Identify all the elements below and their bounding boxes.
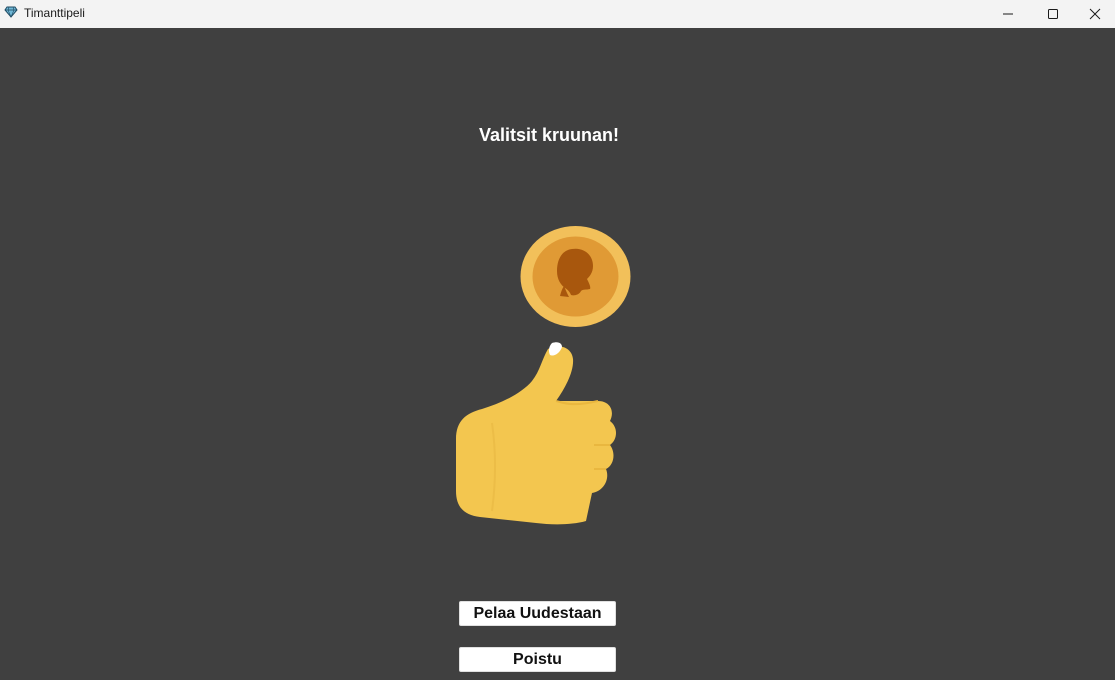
title-bar[interactable]: Timanttipeli <box>0 0 1115 28</box>
diamond-icon <box>4 6 18 18</box>
close-icon <box>1089 8 1101 20</box>
window-title: Timanttipeli <box>24 6 85 20</box>
minimize-icon <box>1003 13 1013 15</box>
play-again-button[interactable]: Pelaa Uudestaan <box>459 601 616 626</box>
minimize-button[interactable] <box>985 0 1031 28</box>
game-area: Valitsit kruunan! Pelaa Uudestaan Poistu <box>0 28 1115 680</box>
thumbs-up-icon <box>456 342 616 525</box>
maximize-icon <box>1048 9 1058 19</box>
quit-button[interactable]: Poistu <box>459 647 616 672</box>
app-window: Timanttipeli Valitsit kruunan! Pelaa Uud… <box>0 0 1115 680</box>
result-heading: Valitsit kruunan! <box>478 125 620 145</box>
close-button[interactable] <box>1075 0 1115 28</box>
coin-head-icon <box>520 226 631 327</box>
maximize-button[interactable] <box>1030 0 1076 28</box>
